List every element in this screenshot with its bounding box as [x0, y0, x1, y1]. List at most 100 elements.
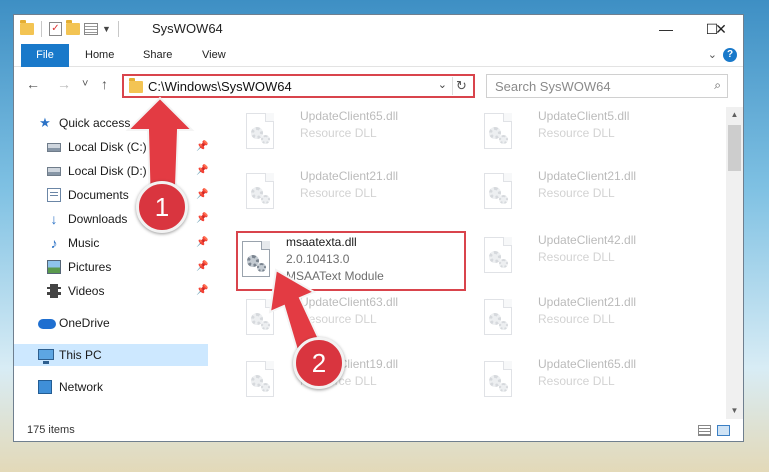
- sidebar-item-network[interactable]: Network: [14, 376, 208, 398]
- tab-share[interactable]: Share: [143, 44, 172, 67]
- dll-file-icon: [246, 299, 278, 337]
- pin-icon[interactable]: 📌: [196, 232, 208, 254]
- file-description: Resource DLL: [538, 374, 615, 388]
- download-icon: ↓: [50, 211, 58, 227]
- close-button[interactable]: ✕: [698, 15, 743, 43]
- videos-icon: [47, 284, 61, 298]
- minimize-button[interactable]: —: [643, 15, 689, 43]
- file-item-msaatexta[interactable]: msaatexta.dll 2.0.10413.0 MSAAText Modul…: [236, 231, 466, 291]
- sidebar-item-quick-access[interactable]: ★ Quick access: [14, 112, 208, 134]
- ribbon-tabs: File Home Share View ⌄ ?: [14, 43, 743, 67]
- music-icon: ♪: [50, 235, 58, 251]
- pin-icon[interactable]: 📌: [196, 160, 208, 182]
- dll-file-icon: [246, 113, 278, 151]
- search-input[interactable]: [495, 78, 700, 94]
- new-folder-icon[interactable]: [66, 20, 80, 35]
- quick-access-toolbar: ✓ ▼: [20, 20, 122, 37]
- tab-file[interactable]: File: [21, 44, 69, 67]
- recent-locations-button[interactable]: ˅: [82, 78, 88, 90]
- search-box[interactable]: ⌕: [486, 74, 728, 98]
- sidebar-item-videos[interactable]: Videos 📌: [14, 280, 208, 302]
- sidebar-item-label: OneDrive: [59, 316, 110, 330]
- toolbar-divider: [41, 21, 42, 37]
- dll-file-icon: [484, 299, 516, 337]
- sidebar-item-local-disk-c[interactable]: Local Disk (C:) 📌: [14, 136, 208, 158]
- file-description: Resource DLL: [300, 186, 377, 200]
- tiles-view-icon[interactable]: [717, 425, 730, 436]
- customize-toolbar-icon[interactable]: ▼: [102, 24, 111, 34]
- status-bar: 175 items: [14, 419, 743, 441]
- sidebar-item-music[interactable]: ♪ Music 📌: [14, 232, 209, 254]
- file-description: Resource DLL: [538, 250, 615, 264]
- toolbar-divider: [117, 21, 119, 37]
- search-icon[interactable]: ⌕: [714, 78, 721, 93]
- dll-file-icon: [242, 241, 274, 279]
- star-icon: ★: [39, 115, 51, 130]
- forward-button[interactable]: →: [57, 76, 71, 92]
- tab-view[interactable]: View: [202, 44, 226, 67]
- pin-icon[interactable]: 📌: [196, 208, 208, 230]
- pin-icon[interactable]: 📌: [196, 136, 208, 158]
- tab-home[interactable]: Home: [85, 44, 114, 67]
- scroll-down-icon[interactable]: ▼: [726, 403, 743, 419]
- file-version: 2.0.10413.0: [286, 252, 350, 266]
- dll-file-icon: [484, 113, 516, 151]
- help-icon[interactable]: ?: [723, 48, 737, 62]
- step-badge-1: 1: [136, 181, 188, 233]
- sidebar-item-label: Local Disk (D:): [68, 164, 147, 178]
- sidebar-item-label: Downloads: [68, 212, 128, 226]
- dll-file-icon: [246, 173, 278, 211]
- vertical-scrollbar[interactable]: ▲ ▼: [726, 107, 743, 419]
- address-bar[interactable]: C:\Windows\SysWOW64 ⌄ ↻: [122, 74, 475, 98]
- properties-icon[interactable]: [84, 23, 98, 35]
- file-description: MSAAText Module: [286, 269, 384, 283]
- file-item[interactable]: UpdateClient21.dll Resource DLL: [230, 167, 460, 219]
- scroll-thumb[interactable]: [728, 125, 741, 171]
- back-button[interactable]: ←: [26, 76, 40, 92]
- sidebar-item-onedrive[interactable]: OneDrive: [14, 312, 208, 334]
- refresh-button[interactable]: ↻: [452, 77, 470, 95]
- sidebar-item-label: Documents: [68, 188, 129, 202]
- sidebar-item-pictures[interactable]: Pictures 📌: [14, 256, 208, 278]
- file-item[interactable]: UpdateClient65.dll Resource DLL: [230, 107, 460, 159]
- sidebar-item-label: Quick access: [59, 116, 131, 130]
- file-name: UpdateClient21.dll: [538, 295, 637, 309]
- details-view-icon[interactable]: [698, 425, 711, 436]
- documents-icon: [47, 188, 61, 202]
- navigation-pane: ★ Quick access Local Disk (C:) 📌 Local D…: [14, 107, 208, 417]
- file-item[interactable]: UpdateClient63.dll Resource DLL: [230, 293, 460, 345]
- disk-icon: [47, 143, 61, 152]
- sidebar-item-label: Pictures: [68, 260, 112, 274]
- sidebar-item-label: This PC: [59, 348, 102, 362]
- file-item[interactable]: UpdateClient21.dll Resource DLL: [468, 293, 698, 345]
- file-item[interactable]: UpdateClient19.dll Resource DLL: [230, 355, 460, 407]
- file-name: msaatexta.dll: [286, 235, 357, 249]
- pin-icon[interactable]: 📌: [196, 280, 208, 302]
- onedrive-icon: [38, 319, 56, 329]
- expand-ribbon-icon[interactable]: ⌄: [708, 48, 717, 61]
- dll-file-icon: [484, 237, 516, 275]
- scroll-up-icon[interactable]: ▲: [726, 107, 743, 123]
- pin-icon[interactable]: 📌: [196, 184, 208, 206]
- chevron-down-icon[interactable]: ⌄: [438, 78, 447, 91]
- file-name: UpdateClient21.dll: [538, 169, 637, 183]
- file-item[interactable]: UpdateClient5.dll Resource DLL: [468, 107, 698, 159]
- address-path[interactable]: C:\Windows\SysWOW64: [148, 79, 292, 94]
- network-icon: [38, 380, 52, 394]
- file-item[interactable]: UpdateClient21.dll Resource DLL: [468, 167, 698, 219]
- file-item[interactable]: UpdateClient42.dll Resource DLL: [468, 231, 698, 283]
- disk-icon: [47, 167, 61, 176]
- dll-file-icon: [484, 173, 516, 211]
- dll-file-icon: [246, 361, 278, 399]
- file-item[interactable]: UpdateClient65.dll Resource DLL: [468, 355, 698, 407]
- pin-icon[interactable]: 📌: [196, 256, 208, 278]
- computer-icon: [38, 349, 54, 364]
- properties-check-icon[interactable]: ✓: [49, 22, 62, 36]
- file-description: Resource DLL: [300, 312, 377, 326]
- sidebar-item-local-disk-d[interactable]: Local Disk (D:) 📌: [14, 160, 208, 182]
- up-button[interactable]: ↑: [101, 76, 108, 92]
- folder-icon: [129, 78, 143, 93]
- sidebar-item-this-pc[interactable]: This PC: [14, 344, 208, 366]
- file-description: Resource DLL: [300, 126, 377, 140]
- file-explorer-window: ✓ ▼ SysWOW64 — ☐ ✕ File Home Share View …: [13, 14, 744, 442]
